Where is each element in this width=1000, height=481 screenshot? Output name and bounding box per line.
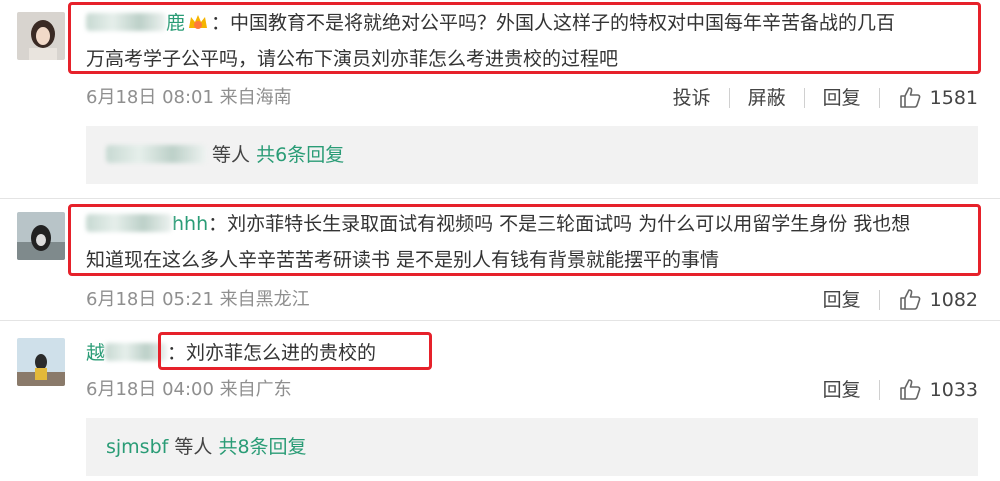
comment-2: hhh：刘亦菲特长生录取面试有视频吗 不是三轮面试吗 为什么可以用留学生身份 我…: [0, 200, 1000, 320]
reply-summary[interactable]: 等人 共6条回复: [86, 126, 978, 184]
thumbs-up-icon[interactable]: [898, 288, 922, 312]
avatar[interactable]: [17, 338, 65, 386]
divider: [803, 88, 805, 108]
comment-actions: 投诉 屏蔽 回复 1581: [673, 84, 978, 112]
username-link[interactable]: 越: [86, 342, 168, 364]
like-count: 1082: [929, 289, 978, 311]
comment-text-line2: 知道现在这么多人辛辛苦苦考研读书 是不是别人有钱有背景就能摆平的事情: [86, 249, 720, 271]
username-link[interactable]: 鹿: [86, 12, 185, 34]
like-count: 1581: [929, 87, 978, 109]
comment-text-line2: 万高考学子公平吗，请公布下演员刘亦菲怎么考进贵校的过程吧: [86, 48, 619, 70]
like-count: 1033: [929, 379, 978, 401]
comment-meta: 6月18日 04:00 来自广东: [86, 379, 292, 400]
thumbs-up-icon[interactable]: [898, 86, 922, 110]
reply-button[interactable]: 回复: [823, 376, 861, 404]
divider: [878, 290, 880, 310]
comment-1: 鹿：中国教育不是将就绝对公平吗？外国人这样子的特权对中国每年辛苦备战的几百 万高…: [0, 0, 1000, 200]
comment-3: 越：刘亦菲怎么进的贵校的 6月18日 04:00 来自广东 回复 1033 sj…: [0, 322, 1000, 481]
report-button[interactable]: 投诉: [673, 84, 711, 112]
reply-count-link[interactable]: 共8条回复: [218, 436, 306, 458]
comment-text: 越：刘亦菲怎么进的贵校的: [86, 342, 377, 364]
vip-crown-icon: [187, 11, 209, 31]
avatar[interactable]: [17, 212, 65, 260]
reply-username-link[interactable]: sjmsbf: [106, 436, 168, 458]
reply-button[interactable]: 回复: [823, 286, 861, 314]
comment-meta: 6月18日 05:21 来自黑龙江: [86, 289, 310, 310]
avatar[interactable]: [17, 12, 65, 60]
thumbs-up-icon[interactable]: [898, 378, 922, 402]
reply-summary[interactable]: sjmsbf 等人 共8条回复: [86, 418, 978, 476]
comment-meta: 6月18日 08:01 来自海南: [86, 87, 292, 108]
comment-actions: 回复 1082: [823, 286, 978, 314]
block-button[interactable]: 屏蔽: [748, 84, 786, 112]
divider: [728, 88, 730, 108]
reply-count-link[interactable]: 共6条回复: [256, 144, 344, 166]
divider: [0, 320, 1000, 321]
blurred-username: [106, 145, 206, 163]
comment-actions: 回复 1033: [823, 376, 978, 404]
comment-text: hhh：刘亦菲特长生录取面试有视频吗 不是三轮面试吗 为什么可以用留学生身份 我…: [86, 209, 970, 239]
comment-text: 鹿：中国教育不是将就绝对公平吗？外国人这样子的特权对中国每年辛苦备战的几百: [86, 8, 970, 38]
divider: [878, 380, 880, 400]
divider: [878, 88, 880, 108]
divider: [0, 198, 1000, 199]
username-link[interactable]: hhh: [86, 213, 208, 235]
reply-button[interactable]: 回复: [823, 84, 861, 112]
